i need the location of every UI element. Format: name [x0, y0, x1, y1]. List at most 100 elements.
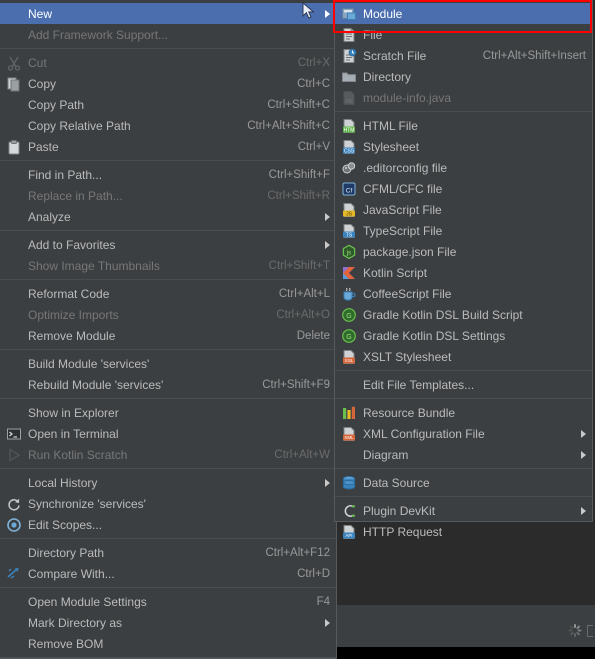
- menu-item-open-module-settings[interactable]: Open Module Settings F4: [0, 591, 336, 612]
- menu-item-show-in-explorer[interactable]: Show in Explorer: [0, 402, 336, 423]
- file-icon: [341, 27, 357, 43]
- menu-item-label: Kotlin Script: [363, 265, 428, 280]
- menu-separator: [0, 160, 336, 161]
- menu-item-remove-bom[interactable]: Remove BOM: [0, 633, 336, 654]
- menu-separator: [0, 48, 336, 49]
- menu-item-edit-file-templates[interactable]: Edit File Templates...: [335, 374, 592, 395]
- menu-item-copy-relative-path[interactable]: Copy Relative Path Ctrl+Alt+Shift+C: [0, 115, 336, 136]
- menu-item-label: Copy: [28, 76, 57, 91]
- menu-item-plugin-devkit[interactable]: Plugin DevKit: [335, 500, 592, 521]
- menu-item-label: Reformat Code: [28, 286, 110, 301]
- menu-item-cfml-cfc-file[interactable]: Cf CFML/CFC file: [335, 178, 592, 199]
- menu-item-package-json-file[interactable]: js package.json File: [335, 241, 592, 262]
- menu-item-label: Find in Path...: [28, 167, 103, 182]
- menu-item-label: Resource Bundle: [363, 405, 456, 420]
- menu-item-icon-placeholder: [6, 188, 22, 204]
- menu-item-run-kotlin-scratch: Run Kotlin Scratch Ctrl+Alt+W: [0, 444, 336, 465]
- menu-item-label: Cut: [28, 55, 47, 70]
- menu-item-reformat-code[interactable]: Reformat Code Ctrl+Alt+L: [0, 283, 336, 304]
- menu-item-label: Diagram: [363, 447, 409, 462]
- menu-item-stylesheet[interactable]: CSS Stylesheet: [335, 136, 592, 157]
- menu-item-label: XSLT Stylesheet: [363, 349, 452, 364]
- svg-text:JS: JS: [346, 211, 353, 217]
- menu-item-add-to-favorites[interactable]: Add to Favorites: [0, 234, 336, 255]
- menu-item-label: Open Module Settings: [28, 594, 147, 609]
- svg-text:API: API: [345, 533, 352, 538]
- menu-item-javascript-file[interactable]: JS JavaScript File: [335, 199, 592, 220]
- cfml-icon: Cf: [341, 181, 357, 197]
- css-file-icon: CSS: [341, 139, 357, 155]
- menu-item-shortcut: Delete: [296, 329, 330, 342]
- menu-item-gradle-kotlin-dsl-settings[interactable]: G Gradle Kotlin DSL Settings: [335, 325, 592, 346]
- menu-item-build-module-services[interactable]: Build Module 'services': [0, 353, 336, 374]
- menu-separator: [0, 587, 336, 588]
- xslt-icon: XSL: [341, 349, 357, 365]
- menu-item-kotlin-script[interactable]: Kotlin Script: [335, 262, 592, 283]
- typescript-file-icon: TS: [341, 223, 357, 239]
- menu-item-label: Data Source: [363, 475, 430, 490]
- menu-item-coffeescript-file[interactable]: CoffeeScript File: [335, 283, 592, 304]
- menu-item-icon-placeholder: [6, 405, 22, 421]
- menu-separator: [0, 279, 336, 280]
- menu-item-compare-with[interactable]: Compare With... Ctrl+D: [0, 563, 336, 584]
- menu-item-new[interactable]: New: [0, 3, 336, 24]
- menu-item-xslt-stylesheet[interactable]: XSL XSLT Stylesheet: [335, 346, 592, 367]
- menu-item-label: Rebuild Module 'services': [28, 377, 164, 392]
- menu-item-file[interactable]: File: [335, 24, 592, 45]
- menu-separator: [0, 468, 336, 469]
- scope-icon: [6, 517, 22, 533]
- menu-item-label: .editorconfig file: [363, 160, 448, 175]
- menu-item-html-file[interactable]: HTM HTML File: [335, 115, 592, 136]
- menu-item-icon-placeholder: [341, 447, 357, 463]
- new-submenu[interactable]: Module File Scratch File Ctrl+Alt+Shift+Ins…: [334, 0, 593, 539]
- menu-item-label: package.json File: [363, 244, 457, 259]
- kotlin-icon: [341, 265, 357, 281]
- menu-item-open-in-terminal[interactable]: Open in Terminal: [0, 423, 336, 444]
- menu-item-http-request[interactable]: API HTTP Request: [335, 521, 592, 542]
- gradle-icon: G: [341, 307, 357, 323]
- menu-item-label: Paste: [28, 139, 59, 154]
- menu-item-label: CFML/CFC file: [363, 181, 443, 196]
- menu-item-typescript-file[interactable]: TS TypeScript File: [335, 220, 592, 241]
- project-view-context-menu[interactable]: New Add Framework Support... Cut Ctrl+X Copy…: [0, 0, 337, 659]
- menu-item-remove-module[interactable]: Remove Module Delete: [0, 325, 336, 346]
- menu-item-rebuild-module-services[interactable]: Rebuild Module 'services' Ctrl+Shift+F9: [0, 374, 336, 395]
- menu-item-icon-placeholder: [6, 286, 22, 302]
- menu-item-edit-scopes[interactable]: Edit Scopes...: [0, 514, 336, 535]
- menu-item-label: New: [28, 6, 53, 21]
- menu-item-mark-directory-as[interactable]: Mark Directory as: [0, 612, 336, 633]
- menu-item-diagram[interactable]: Diagram: [335, 444, 592, 465]
- menu-item-label: Directory: [363, 69, 412, 84]
- menu-item-paste[interactable]: Paste Ctrl+V: [0, 136, 336, 157]
- menu-item-label: Edit File Templates...: [363, 377, 475, 392]
- menu-item-module-info-java: module-info.java: [335, 87, 592, 108]
- menu-separator: [335, 370, 592, 371]
- module-icon: [341, 6, 357, 22]
- menu-item-copy[interactable]: Copy Ctrl+C: [0, 73, 336, 94]
- svg-text:TS: TS: [346, 232, 353, 238]
- menu-item-find-in-path[interactable]: Find in Path... Ctrl+Shift+F: [0, 164, 336, 185]
- menu-item-label: Replace in Path...: [28, 188, 123, 203]
- menu-item-icon-placeholder: [6, 545, 22, 561]
- menu-item-directory-path[interactable]: Directory Path Ctrl+Alt+F12: [0, 542, 336, 563]
- menu-item-copy-path[interactable]: Copy Path Ctrl+Shift+C: [0, 94, 336, 115]
- copy-icon: [6, 76, 22, 92]
- menu-item-synchronize-services[interactable]: Synchronize 'services': [0, 493, 336, 514]
- menu-item-optimize-imports: Optimize Imports Ctrl+Alt+O: [0, 304, 336, 325]
- menu-item-label: Add Framework Support...: [28, 27, 169, 42]
- menu-item-directory[interactable]: Directory: [335, 66, 592, 87]
- menu-item-xml-configuration-file[interactable]: XML XML Configuration File: [335, 423, 592, 444]
- menu-item-analyze[interactable]: Analyze: [0, 206, 336, 227]
- menu-item-local-history[interactable]: Local History: [0, 472, 336, 493]
- menu-item-scratch-file[interactable]: Scratch File Ctrl+Alt+Shift+Insert: [335, 45, 592, 66]
- menu-item-data-source[interactable]: Data Source: [335, 472, 592, 493]
- menu-item-resource-bundle[interactable]: Resource Bundle: [335, 402, 592, 423]
- terminal-icon: [6, 426, 22, 442]
- menu-item-gradle-kotlin-dsl-build-script[interactable]: G Gradle Kotlin DSL Build Script: [335, 304, 592, 325]
- menu-item-label: Edit Scopes...: [28, 517, 103, 532]
- menu-item-editorconfig-file[interactable]: .editorconfig file: [335, 157, 592, 178]
- menu-item-icon-placeholder: [6, 475, 22, 491]
- menu-item-shortcut: Ctrl+Alt+L: [278, 287, 330, 300]
- scratch-file-icon: [341, 48, 357, 64]
- menu-item-module[interactable]: Module: [335, 3, 592, 24]
